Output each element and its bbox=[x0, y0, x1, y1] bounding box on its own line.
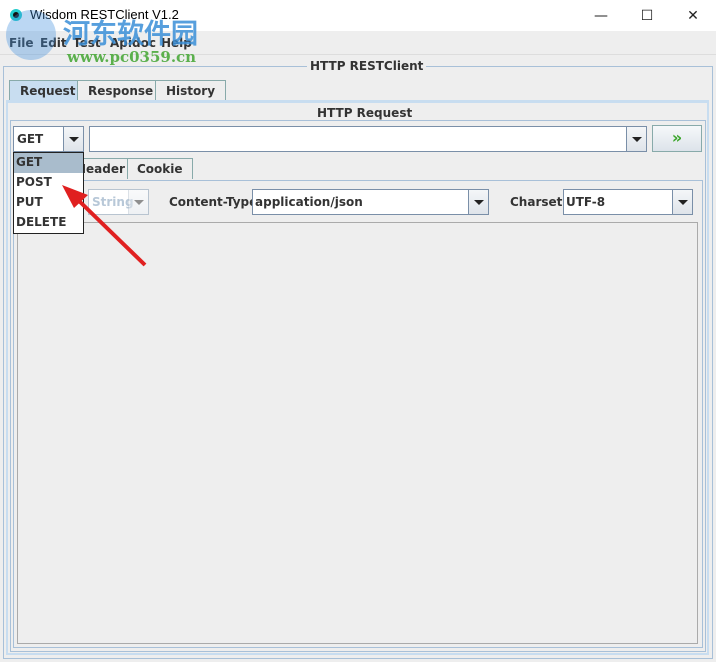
watermark-url: www.pc0359.cn bbox=[67, 48, 197, 66]
red-arrow-annotation bbox=[62, 185, 147, 267]
watermark-logo bbox=[6, 10, 56, 60]
watermark-text: 河东软件园 bbox=[63, 19, 198, 50]
